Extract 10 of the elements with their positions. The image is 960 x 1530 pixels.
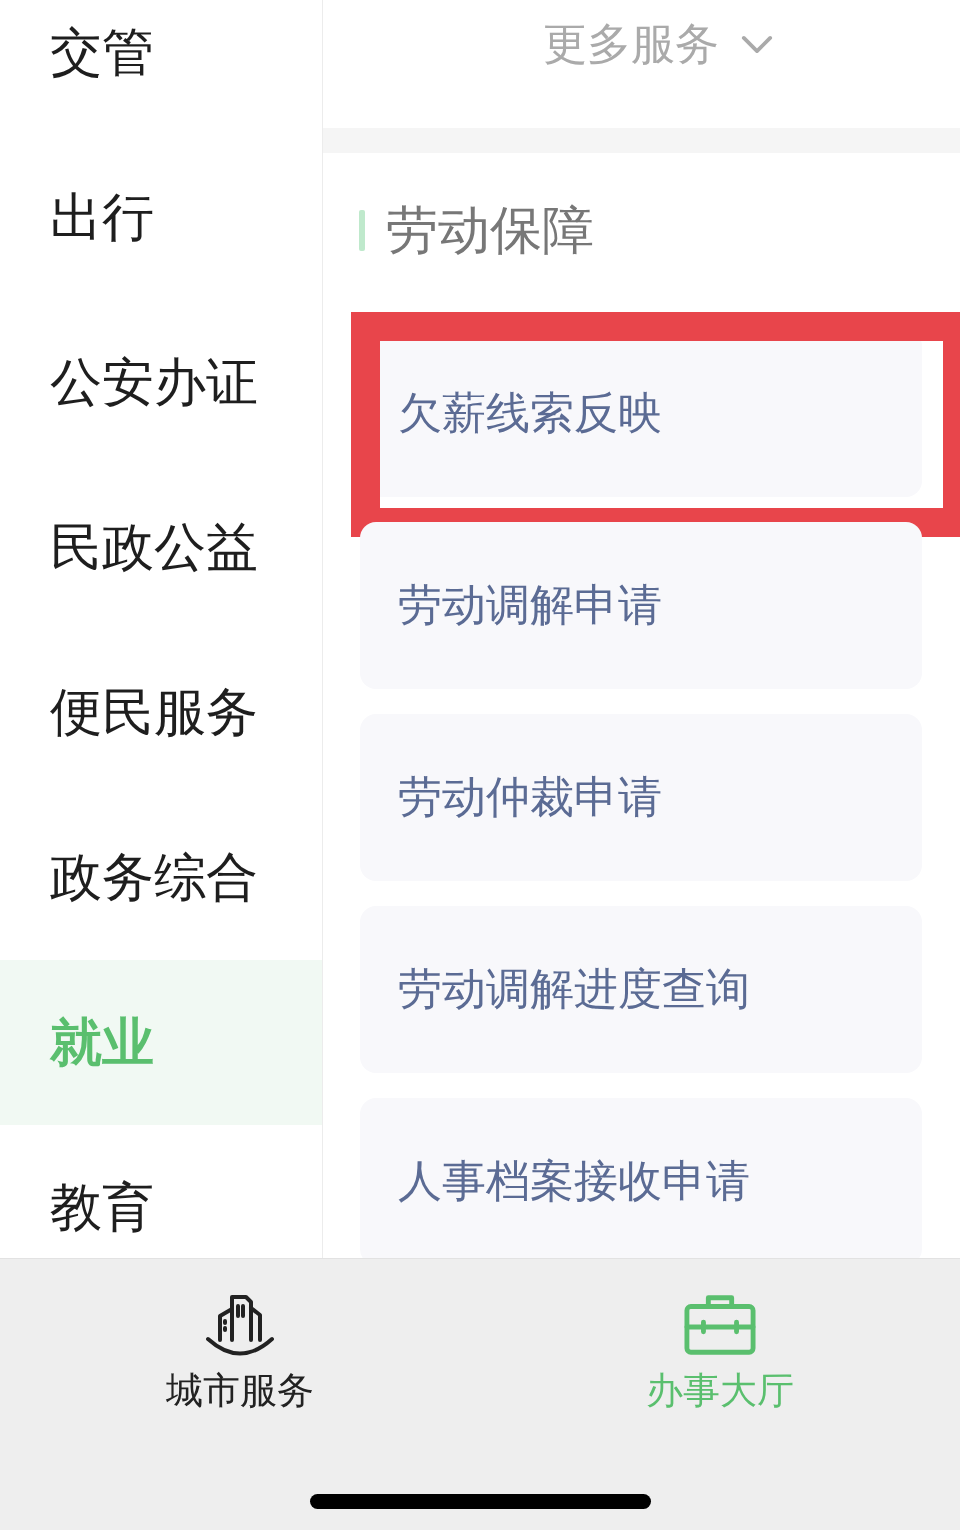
accent-bar-icon <box>359 209 365 251</box>
buildings-icon <box>204 1292 276 1358</box>
service-item[interactable]: 劳动调解进度查询 <box>360 906 922 1073</box>
briefcase-icon <box>684 1292 756 1358</box>
tab-bar-item[interactable]: 城市服务 <box>0 1292 480 1414</box>
service-item[interactable]: 劳动调解申请 <box>360 522 922 689</box>
chevron-down-icon <box>740 34 773 54</box>
section-title: 劳动保障 <box>386 200 594 260</box>
service-item[interactable]: 劳动仲裁申请 <box>360 714 922 881</box>
service-item[interactable]: 人事档案接收申请 <box>360 1098 922 1258</box>
